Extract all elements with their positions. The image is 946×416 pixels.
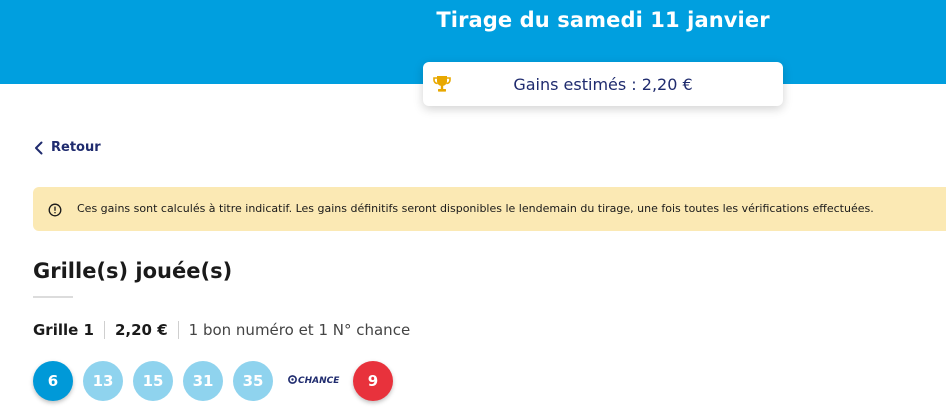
back-label: Retour (51, 140, 101, 155)
title-divider (33, 296, 73, 298)
number-ball: 15 (133, 361, 173, 401)
grid-amount: 2,20 € (103, 321, 178, 339)
chance-clover-icon (288, 375, 297, 387)
number-ball: 31 (183, 361, 223, 401)
grid-result: 1 bon numéro et 1 N° chance (177, 321, 410, 339)
notice-text: Ces gains sont calculés à titre indicati… (77, 202, 874, 215)
played-grids-title: Grille(s) jouée(s) (33, 259, 233, 283)
number-ball: 35 (233, 361, 273, 401)
back-link[interactable]: Retour (34, 140, 101, 155)
trophy-icon (432, 74, 452, 94)
grid-summary-row: Grille 1 2,20 € 1 bon numéro et 1 N° cha… (33, 319, 410, 341)
chance-label: CHANCE (298, 376, 340, 386)
grid-name: Grille 1 (33, 321, 94, 339)
info-circle-icon (48, 202, 62, 217)
chevron-left-icon (34, 141, 43, 155)
info-notice: Ces gains sont calculés à titre indicati… (33, 187, 946, 231)
draw-title: Tirage du samedi 11 janvier (436, 8, 770, 32)
chance-logo: CHANCE (288, 375, 339, 387)
number-ball: 13 (83, 361, 123, 401)
estimated-gains-label: Gains estimés : 2,20 € (513, 74, 693, 94)
number-ball-matched: 6 (33, 361, 73, 401)
estimated-gains-card: Gains estimés : 2,20 € (423, 62, 783, 106)
chance-number-ball: 9 (353, 361, 393, 401)
